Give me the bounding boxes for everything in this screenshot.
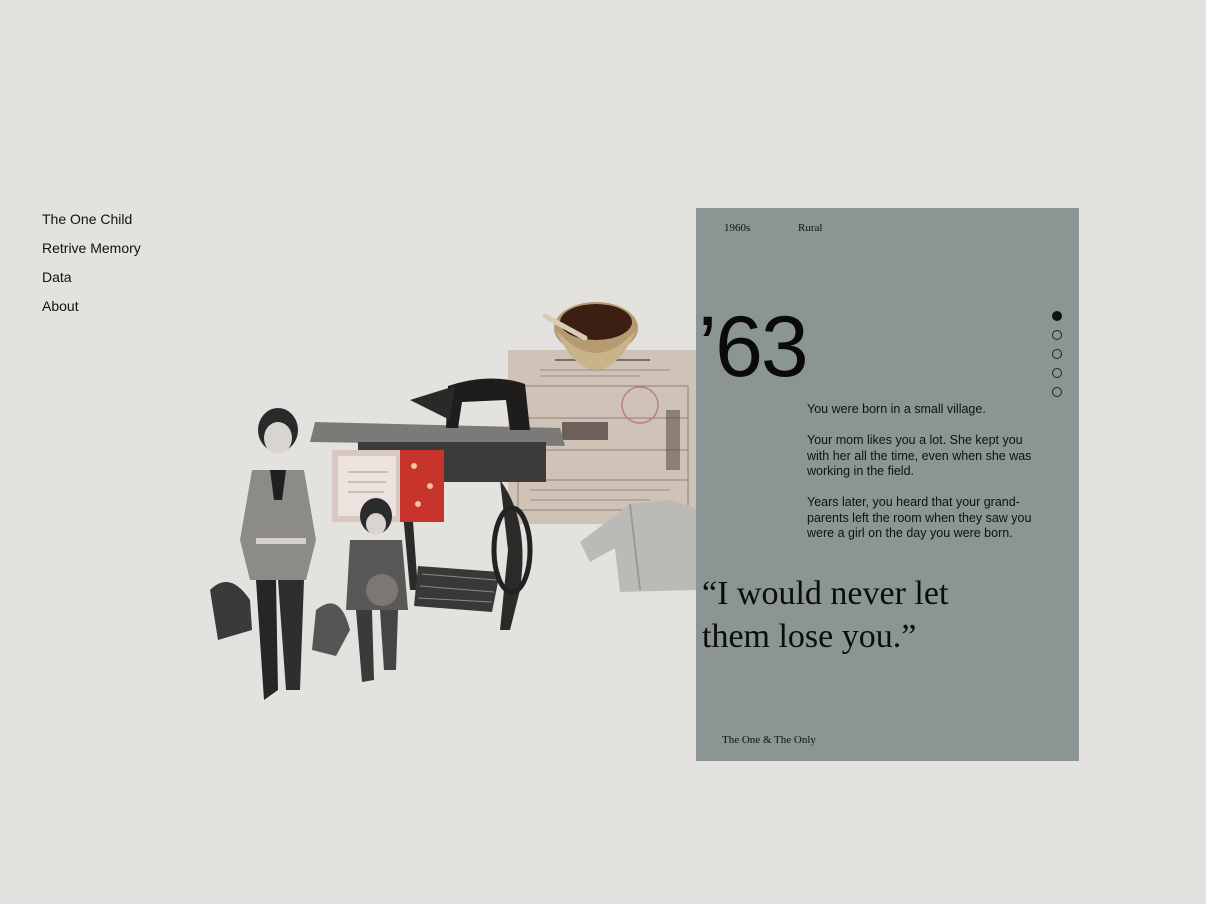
pagination-dot-3[interactable]: [1052, 349, 1062, 359]
child-photo-image: [346, 498, 408, 682]
quote-text: “I would never let them lose you.”: [702, 575, 949, 655]
collage-image: [210, 302, 698, 700]
nav-about[interactable]: About: [42, 292, 202, 321]
story-paragraph: Years later, you heard that your grand-p…: [807, 495, 1032, 540]
story-text: You were born in a small village. Your m…: [807, 402, 1047, 557]
pagination-dot-4[interactable]: [1052, 368, 1062, 378]
pagination-dots: [1052, 311, 1062, 406]
memory-collage: [200, 290, 700, 730]
nav-retrive-memory[interactable]: Retrive Memory: [42, 234, 202, 263]
decade-label: 1960s: [724, 222, 751, 234]
site-title-footer: The One & The Only: [722, 734, 816, 746]
nav-data[interactable]: Data: [42, 263, 202, 292]
year-heading: ’63: [698, 299, 809, 395]
region-label: Rural: [798, 222, 823, 234]
story-paragraph: You were born in a small village.: [807, 402, 986, 416]
story-paragraph: Your mom likes you a lot. She kept you w…: [807, 433, 1032, 478]
pagination-dot-2[interactable]: [1052, 330, 1062, 340]
mother-photo-image: [210, 408, 350, 700]
main-nav: The One Child Retrive Memory Data About: [42, 205, 202, 321]
nav-the-one-child[interactable]: The One Child: [42, 205, 202, 234]
pagination-dot-5[interactable]: [1052, 387, 1062, 397]
memory-card: 1960s Rural ’63 You were born in a small…: [696, 208, 1079, 761]
pagination-dot-1[interactable]: [1052, 311, 1062, 321]
